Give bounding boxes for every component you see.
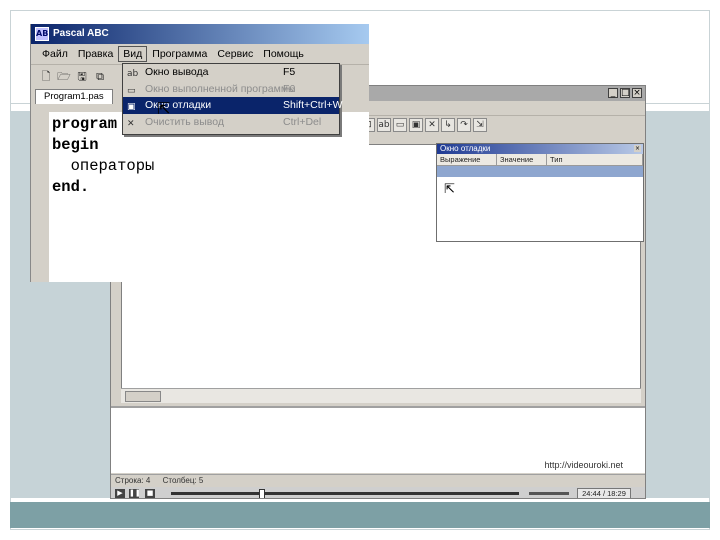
status-row: Строка: 4: [115, 476, 151, 485]
menu-help[interactable]: Помощь: [258, 46, 309, 62]
debug-window-title: Окно отладки ×: [437, 144, 643, 154]
minimize-icon[interactable]: _: [608, 88, 618, 98]
code-line: end.: [52, 178, 90, 196]
mouse-pointer-icon: ⇱: [157, 99, 171, 118]
toolbar-button[interactable]: ▭: [393, 118, 407, 132]
menu-item-debug-window[interactable]: ▣ Окно отладки Shift+Ctrl+W: [123, 97, 343, 114]
debug-toolbar: ⊡ ab ▭ ▣ ✕ ↳ ↷ ⇲: [361, 118, 487, 136]
step-over-icon[interactable]: ↷: [457, 118, 471, 132]
menu-file[interactable]: Файл: [37, 46, 73, 62]
save-icon[interactable]: 🖫: [75, 70, 89, 84]
clear-output-icon: ✕: [127, 118, 135, 129]
slide-footer-bar: [10, 502, 710, 528]
scrollbar-thumb[interactable]: [125, 391, 161, 402]
new-file-icon[interactable]: 🗋: [39, 70, 53, 84]
time-display: 24:44 / 18:29: [577, 488, 631, 498]
debug-table-row-selected[interactable]: [437, 166, 643, 177]
menu-item-clear-output: ✕ Очистить вывод Ctrl+Del: [123, 114, 339, 131]
maximize-icon[interactable]: □: [620, 88, 630, 98]
clear-output-icon[interactable]: ✕: [425, 118, 439, 132]
menu-edit[interactable]: Правка: [73, 46, 118, 62]
mouse-pointer-icon: ⇱: [444, 182, 455, 197]
step-into-icon[interactable]: ↳: [441, 118, 455, 132]
debug-window-title-text: Окно отладки: [440, 144, 491, 153]
run-to-cursor-icon[interactable]: ⇲: [473, 118, 487, 132]
app-icon: AB: [35, 27, 49, 41]
menu-item-label: Окно отладки: [145, 99, 212, 111]
debug-window: Окно отладки × Выражение Значение Тип ⇱: [436, 143, 644, 242]
status-col: Столбец: 5: [162, 476, 204, 485]
menu-item-shortcut: Shift+Ctrl+W: [283, 99, 343, 111]
tab-program1[interactable]: Program1.pas: [35, 89, 113, 104]
column-header-value[interactable]: Значение: [497, 154, 547, 165]
pause-icon[interactable]: ❚❚: [129, 489, 141, 498]
menu-item-output-window[interactable]: ab Окно вывода F5: [123, 64, 339, 81]
menu-item-label: Окно выполненной программы: [145, 82, 296, 95]
toolbar-button[interactable]: ▣: [409, 118, 423, 132]
close-icon[interactable]: ×: [632, 88, 642, 98]
code-editor[interactable]: program begin операторы end.: [49, 112, 369, 282]
menu-view[interactable]: Вид: [118, 46, 148, 62]
debug-table-header: Выражение Значение Тип: [437, 154, 643, 166]
menu-item-label: Окно вывода: [145, 66, 209, 78]
window-title: Pascal ABC: [53, 28, 109, 39]
output-pane: http://videouroki.net: [111, 406, 645, 473]
debug-table-body[interactable]: ⇱: [437, 177, 643, 241]
horizontal-scrollbar[interactable]: [121, 388, 641, 403]
menu-service[interactable]: Сервис: [212, 46, 258, 62]
seek-bar[interactable]: [171, 492, 519, 495]
menu-item-shortcut: F5: [283, 66, 296, 78]
code-line: операторы: [52, 157, 155, 175]
toolbar-button[interactable]: ab: [377, 118, 391, 132]
video-player-bar: ▶ ❚❚ ■ 24:44 / 18:29: [111, 487, 645, 498]
menu-item-shortcut: Ctrl+Del: [283, 115, 322, 128]
watermark-text: http://videouroki.net: [544, 460, 623, 470]
menubar: Файл Правка Вид Программа Сервис Помощь: [31, 44, 369, 65]
menu-program[interactable]: Программа: [147, 46, 212, 62]
menu-item-program-window: ▭ Окно выполненной программы F6: [123, 81, 339, 98]
column-header-expression[interactable]: Выражение: [437, 154, 497, 165]
seek-knob[interactable]: [259, 489, 265, 498]
window-titlebar: AB Pascal ABC: [31, 24, 369, 44]
menu-item-shortcut: F6: [283, 82, 296, 95]
view-menu-dropdown: ab Окно вывода F5 ▭ Окно выполненной програм…: [122, 63, 343, 135]
save-all-icon[interactable]: ⧉: [93, 70, 107, 84]
code-line: begin: [52, 136, 99, 154]
stop-icon[interactable]: ■: [145, 489, 155, 498]
open-folder-icon[interactable]: 🗁: [57, 70, 71, 84]
column-header-type[interactable]: Тип: [547, 154, 643, 165]
close-icon[interactable]: ×: [634, 145, 641, 152]
play-icon[interactable]: ▶: [115, 489, 125, 498]
volume-slider[interactable]: [529, 492, 569, 495]
status-bar: Строка: 4 Столбец: 5: [111, 474, 645, 485]
